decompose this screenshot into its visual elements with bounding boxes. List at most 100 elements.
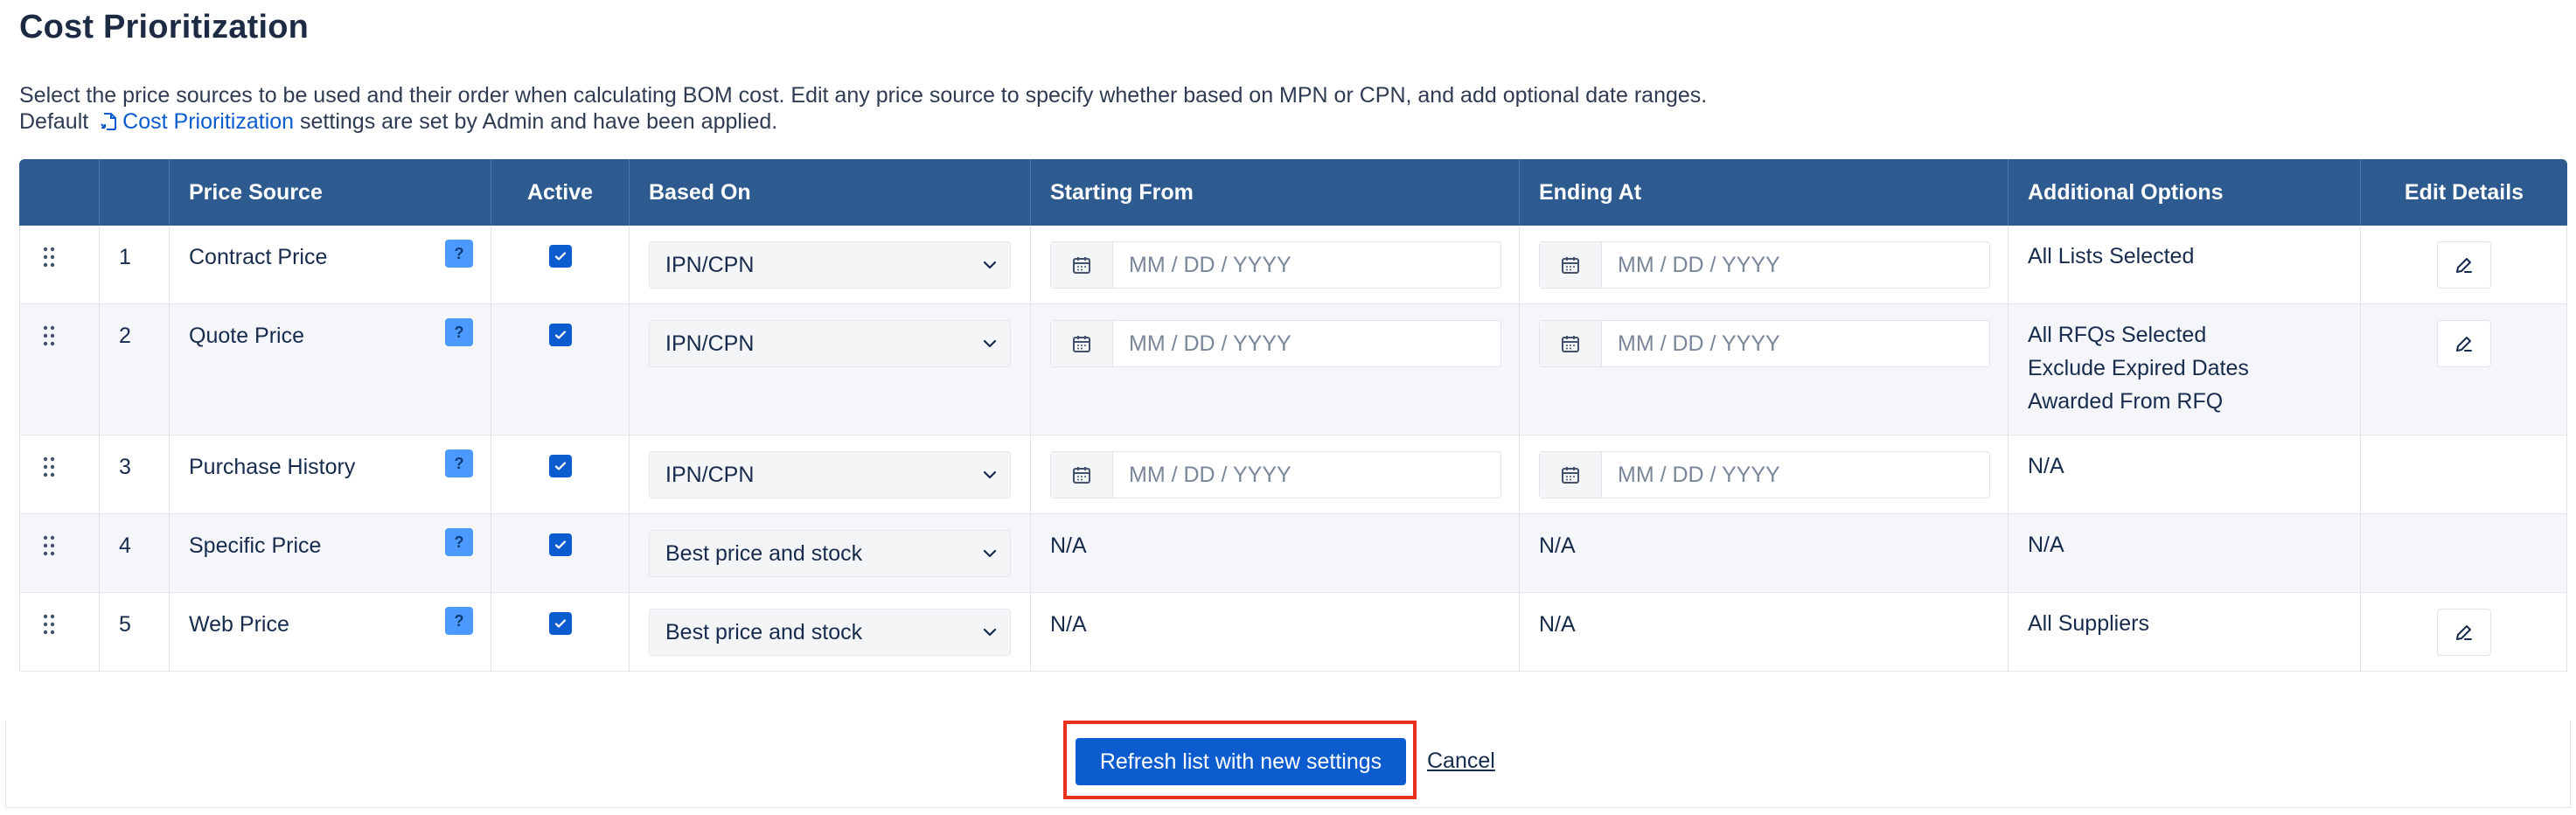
drag-handle[interactable] — [20, 304, 99, 352]
description-line-1: Select the price sources to be used and … — [19, 83, 1708, 108]
ending-at-date-input[interactable]: MM / DD / YYYY — [1602, 331, 1780, 357]
checkmark-icon — [554, 331, 566, 339]
based-on-select[interactable]: Best price and stock — [649, 530, 1011, 577]
table-row: 5 Web Price ? Best price and stock N/A N… — [19, 593, 2567, 672]
additional-options-list: All Lists Selected — [2009, 226, 2360, 273]
pencil-icon — [2455, 337, 2472, 352]
based-on-select[interactable]: IPN/CPN — [649, 451, 1011, 498]
edit-details-button[interactable] — [2436, 241, 2491, 289]
ending-at-date-input[interactable]: MM / DD / YYYY — [1602, 463, 1780, 488]
help-icon[interactable]: ? — [445, 240, 473, 268]
calendar-icon — [1073, 257, 1090, 274]
calendar-icon — [1562, 467, 1579, 484]
starting-from-date-input[interactable]: MM / DD / YYYY — [1113, 463, 1291, 488]
cost-prioritization-link-label: Cost Prioritization — [122, 109, 295, 134]
calendar-button[interactable] — [1540, 452, 1602, 498]
active-checkbox[interactable] — [548, 455, 572, 477]
calendar-button[interactable] — [1540, 242, 1602, 288]
help-icon[interactable]: ? — [445, 449, 473, 477]
header-active: Active — [491, 159, 630, 226]
drag-handle-icon — [43, 325, 55, 346]
price-source-table: Price Source Active Based On Starting Fr… — [19, 159, 2567, 672]
page-description: Select the price sources to be used and … — [19, 82, 1707, 135]
starting-from-date-input[interactable]: MM / DD / YYYY — [1113, 331, 1291, 357]
additional-option: All Suppliers — [2028, 611, 2149, 636]
based-on-value: IPN/CPN — [665, 252, 755, 277]
checkmark-icon — [554, 619, 566, 628]
ending-at-date-input[interactable]: MM / DD / YYYY — [1602, 253, 1780, 278]
ending-at-text: N/A — [1539, 612, 1576, 637]
drag-handle[interactable] — [20, 435, 99, 484]
cancel-link[interactable]: Cancel — [1427, 749, 1495, 774]
row-number: 5 — [119, 612, 131, 637]
table-row: 2 Quote Price ? IPN/CPN MM / DD / YYYY M… — [19, 304, 2567, 435]
starting-from-date-picker[interactable]: MM / DD / YYYY — [1050, 451, 1501, 498]
chevron-down-icon — [983, 261, 997, 269]
ending-at-date-picker[interactable]: MM / DD / YYYY — [1539, 451, 1990, 498]
help-icon[interactable]: ? — [445, 318, 473, 346]
header-edit-details: Edit Details — [2361, 159, 2567, 226]
additional-option: Exclude Expired Dates — [2028, 356, 2249, 380]
additional-option: All RFQs Selected — [2028, 323, 2207, 347]
checkmark-icon — [554, 252, 566, 261]
based-on-select[interactable]: Best price and stock — [649, 609, 1011, 656]
header-based-on: Based On — [630, 159, 1031, 226]
starting-from-date-picker[interactable]: MM / DD / YYYY — [1050, 320, 1501, 367]
description-prefix: Default — [19, 109, 89, 134]
active-checkbox[interactable] — [548, 533, 572, 556]
ending-at-text: N/A — [1539, 533, 1576, 558]
calendar-icon — [1073, 467, 1090, 484]
based-on-value: Best price and stock — [665, 540, 863, 566]
price-source-name: Purchase History — [189, 455, 356, 479]
edit-details-button[interactable] — [2436, 320, 2491, 367]
calendar-button[interactable] — [1051, 242, 1113, 288]
active-checkbox[interactable] — [548, 612, 572, 635]
drag-handle-icon — [43, 247, 55, 268]
table-row: 3 Purchase History ? IPN/CPN MM / DD / Y… — [19, 435, 2567, 514]
calendar-icon — [1562, 336, 1579, 352]
row-number: 2 — [119, 324, 131, 348]
price-source-name: Web Price — [189, 612, 289, 637]
drag-handle-icon — [43, 535, 55, 556]
row-number: 3 — [119, 455, 131, 479]
calendar-button[interactable] — [1051, 452, 1113, 498]
drag-handle[interactable] — [20, 514, 99, 562]
additional-option: N/A — [2028, 454, 2064, 478]
cost-prioritization-link[interactable]: Cost Prioritization — [94, 109, 294, 134]
starting-from-text: N/A — [1050, 612, 1087, 637]
additional-options-list: N/A — [2009, 514, 2360, 561]
calendar-button[interactable] — [1051, 321, 1113, 366]
checkmark-icon — [554, 462, 566, 470]
based-on-select[interactable]: IPN/CPN — [649, 241, 1011, 289]
additional-option: All Lists Selected — [2028, 244, 2195, 268]
help-icon[interactable]: ? — [445, 528, 473, 556]
ending-at-date-picker[interactable]: MM / DD / YYYY — [1539, 320, 1990, 367]
edit-details-button[interactable] — [2436, 609, 2491, 656]
starting-from-date-input[interactable]: MM / DD / YYYY — [1113, 253, 1291, 278]
starting-from-date-picker[interactable]: MM / DD / YYYY — [1050, 241, 1501, 289]
based-on-select[interactable]: IPN/CPN — [649, 320, 1011, 367]
header-starting-from: Starting From — [1031, 159, 1520, 226]
calendar-button[interactable] — [1540, 321, 1602, 366]
based-on-value: IPN/CPN — [665, 331, 755, 356]
starting-from-text: N/A — [1050, 533, 1087, 558]
chevron-down-icon — [983, 549, 997, 558]
description-line-2: Default Cost Prioritization settings are… — [19, 108, 1707, 135]
additional-option: N/A — [2028, 533, 2064, 557]
additional-options-list: All Suppliers — [2009, 593, 2360, 640]
active-checkbox[interactable] — [548, 324, 572, 346]
based-on-value: Best price and stock — [665, 619, 863, 644]
based-on-value: IPN/CPN — [665, 462, 755, 487]
header-index — [100, 159, 170, 226]
drag-handle[interactable] — [20, 226, 99, 274]
page-title: Cost Prioritization — [19, 9, 310, 45]
additional-options-list: All RFQs Selected Exclude Expired Dates Aw… — [2009, 304, 2360, 418]
help-icon[interactable]: ? — [445, 607, 473, 635]
drag-handle[interactable] — [20, 593, 99, 641]
ending-at-date-picker[interactable]: MM / DD / YYYY — [1539, 241, 1990, 289]
price-source-name: Contract Price — [189, 245, 328, 269]
drag-handle-icon — [43, 456, 55, 477]
refresh-list-button[interactable]: Refresh list with new settings — [1076, 738, 1406, 785]
active-checkbox[interactable] — [548, 245, 572, 268]
header-additional-options: Additional Options — [2009, 159, 2361, 226]
